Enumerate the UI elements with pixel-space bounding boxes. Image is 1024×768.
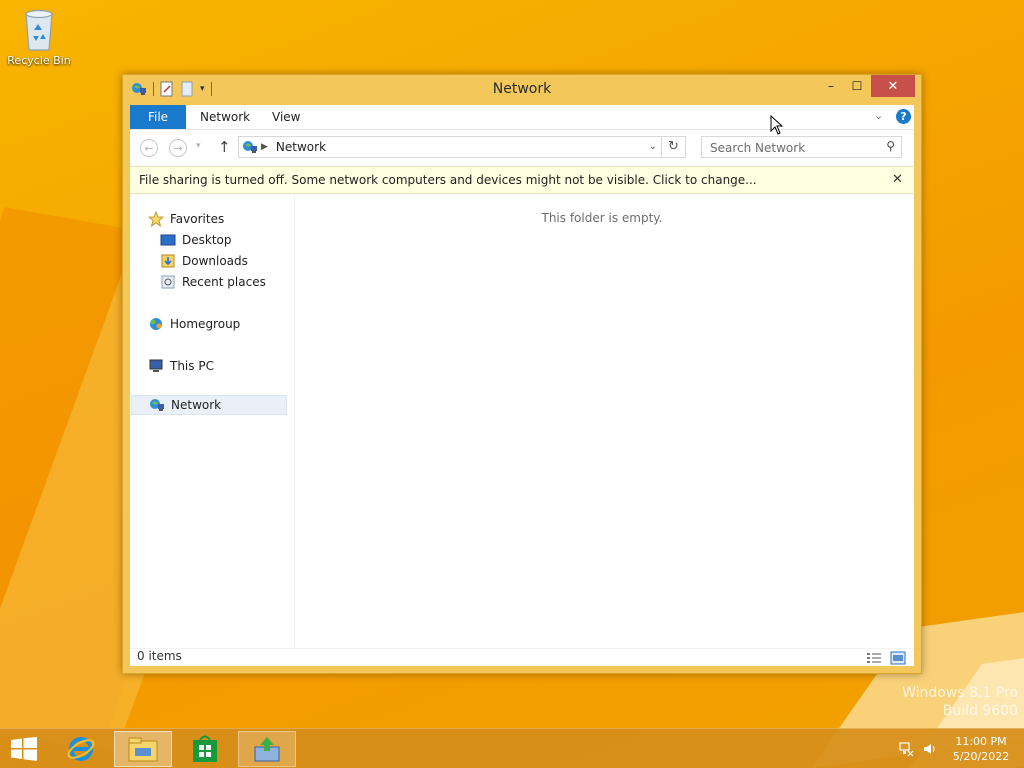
nav-network[interactable]: Network — [131, 395, 287, 415]
file-list[interactable]: This folder is empty. — [295, 195, 914, 648]
nav-recent-places[interactable]: Recent places — [160, 272, 266, 292]
breadcrumb-arrow-icon[interactable]: ▶ — [261, 142, 268, 152]
network-icon — [243, 141, 257, 153]
recent-locations-icon[interactable]: ▾ — [196, 141, 201, 151]
tab-file[interactable]: File — [130, 105, 186, 129]
taskbar-internet-explorer[interactable] — [52, 731, 110, 767]
mouse-cursor-icon — [770, 115, 784, 135]
homegroup-icon — [150, 318, 162, 330]
search-icon[interactable]: ⚲ — [886, 139, 895, 153]
volume-icon[interactable] — [922, 741, 938, 757]
nav-this-pc-label: This PC — [170, 359, 214, 373]
clock-time: 11:00 PM — [955, 735, 1007, 748]
nav-downloads[interactable]: Downloads — [160, 251, 248, 271]
address-dropdown-icon[interactable]: ⌄ — [649, 141, 657, 152]
forward-button[interactable]: → — [169, 139, 187, 157]
close-button[interactable]: ✕ — [871, 75, 915, 97]
ribbon-tabs: File Network View ⌄ ? — [130, 105, 914, 130]
title-bar[interactable]: ▾ Network – ☐ ✕ — [123, 75, 921, 105]
infobar-close-button[interactable]: ✕ — [892, 172, 903, 187]
windows-start-icon[interactable] — [10, 737, 38, 761]
taskbar-store[interactable] — [176, 731, 234, 767]
nav-homegroup-label: Homegroup — [170, 317, 241, 331]
large-icons-view-icon[interactable] — [890, 651, 906, 665]
network-tray-icon[interactable] — [898, 741, 914, 757]
details-view-icon[interactable] — [866, 651, 882, 665]
internet-explorer-icon — [67, 737, 95, 761]
refresh-button[interactable]: ↻ — [662, 136, 686, 158]
system-clock[interactable]: 11:00 PM 5/20/2022 — [944, 734, 1018, 764]
network-icon — [150, 399, 164, 411]
item-count: 0 items — [137, 649, 182, 663]
tab-network[interactable]: Network — [200, 105, 250, 129]
infobar-message[interactable]: File sharing is turned off. Some network… — [139, 173, 757, 187]
tab-view[interactable]: View — [272, 105, 300, 129]
nav-this-pc[interactable]: This PC — [148, 356, 214, 376]
clock-date: 5/20/2022 — [952, 750, 1010, 763]
taskbar: 11:00 PM 5/20/2022 — [0, 728, 1024, 768]
file-explorer-icon — [128, 737, 158, 762]
recycle-bin-label: Recycle Bin — [7, 54, 71, 67]
empty-folder-message: This folder is empty. — [541, 211, 663, 225]
help-icon[interactable]: ? — [896, 109, 911, 124]
watermark-build: Build 9600 — [942, 703, 1018, 719]
recycle-bin-shortcut[interactable]: Recycle Bin — [6, 6, 72, 67]
watermark-edition: Windows 8.1 Pro — [902, 685, 1018, 701]
navigation-bar: ← → ▾ ↑ ▶ Network ⌄ ↻ ⚲ — [130, 130, 914, 166]
status-bar: 0 items — [130, 648, 914, 667]
recycle-bin-icon — [25, 9, 53, 51]
up-button[interactable]: ↑ — [218, 138, 231, 156]
back-button[interactable]: ← — [140, 139, 158, 157]
window-title: Network — [492, 81, 552, 97]
nav-downloads-label: Downloads — [182, 254, 248, 268]
nav-homegroup[interactable]: Homegroup — [148, 314, 240, 334]
search-box[interactable]: ⚲ — [701, 136, 902, 158]
nav-desktop-label: Desktop — [182, 233, 232, 247]
address-bar[interactable]: ▶ Network ⌄ — [238, 136, 662, 158]
computer-icon — [149, 359, 163, 372]
window-body: File Network View ⌄ ? ← → ▾ ↑ ▶ Network … — [130, 105, 914, 666]
taskbar-installer-app[interactable] — [238, 731, 296, 767]
taskbar-file-explorer[interactable] — [114, 731, 172, 767]
windows-watermark: Windows 8.1 Pro Build 9600 — [902, 684, 1018, 720]
maximize-button[interactable]: ☐ — [841, 75, 873, 97]
nav-favorites[interactable]: Favorites — [148, 209, 224, 229]
store-icon — [193, 735, 217, 762]
expand-ribbon-icon[interactable]: ⌄ — [874, 109, 883, 122]
nav-network-label: Network — [171, 398, 222, 412]
search-input[interactable] — [708, 139, 882, 157]
installer-icon — [254, 737, 280, 762]
explorer-window: ▾ Network – ☐ ✕ File Network View ⌄ ? ← … — [122, 74, 922, 674]
desktop-icon — [160, 234, 176, 246]
star-icon — [148, 211, 164, 227]
nav-desktop[interactable]: Desktop — [160, 230, 232, 250]
nav-recent-places-label: Recent places — [182, 275, 266, 289]
navigation-pane: Favorites Desktop Downloads Recent place… — [130, 195, 295, 648]
breadcrumb-network[interactable]: Network — [276, 140, 326, 154]
file-sharing-infobar[interactable]: File sharing is turned off. Some network… — [130, 166, 914, 194]
recent-places-icon — [161, 275, 175, 289]
nav-favorites-label: Favorites — [170, 212, 225, 226]
downloads-icon — [161, 254, 175, 268]
